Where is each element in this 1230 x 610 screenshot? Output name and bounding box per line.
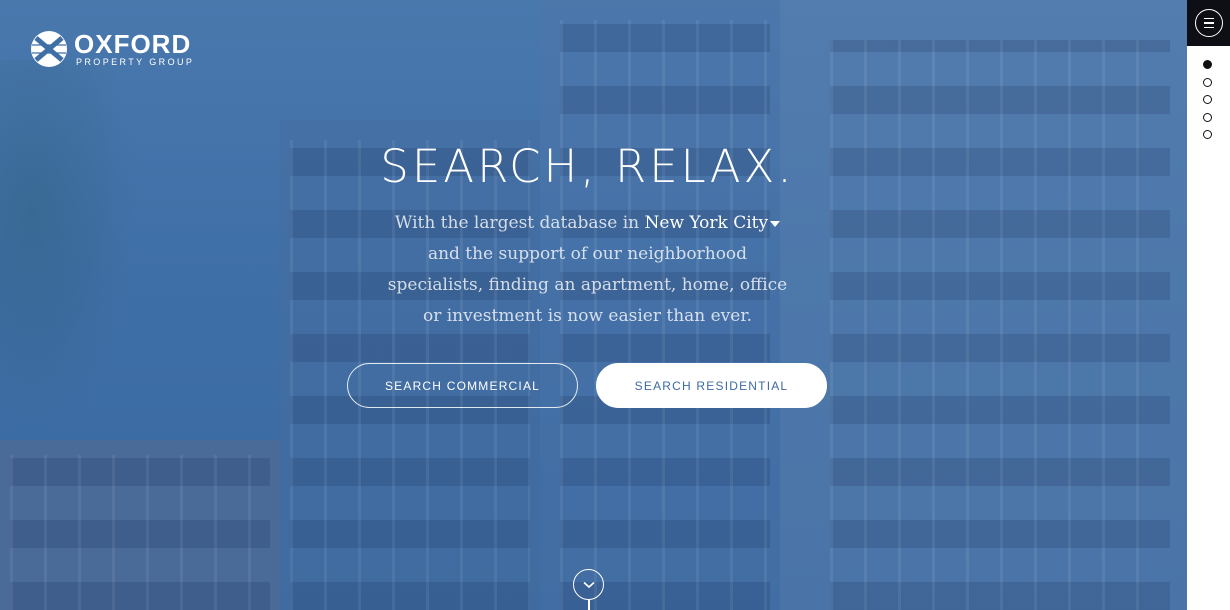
- brand-logo[interactable]: OXFORD PROPERTY GROUP: [30, 30, 194, 68]
- city-selector-label: New York City: [644, 213, 769, 233]
- menu-button[interactable]: [1187, 0, 1230, 46]
- caret-down-icon: [770, 220, 781, 227]
- chevron-down-icon: [582, 581, 595, 588]
- section-dot-1[interactable]: [1203, 60, 1212, 69]
- scroll-indicator-line: [588, 600, 590, 610]
- hero-tagline: With the largest database in New York Ci…: [380, 208, 795, 332]
- section-dot-3[interactable]: [1203, 95, 1212, 104]
- tree-foliage: [0, 60, 140, 440]
- building-right-windows: [830, 40, 1170, 610]
- side-rail: [1187, 0, 1230, 610]
- scroll-down-button[interactable]: [573, 569, 604, 600]
- building-left-windows: [10, 455, 270, 610]
- section-dot-5[interactable]: [1203, 130, 1212, 139]
- hero-section: OXFORD PROPERTY GROUP SEARCH, RELAX. Wit…: [0, 0, 1187, 610]
- search-commercial-button[interactable]: SEARCH COMMERCIAL: [347, 363, 578, 408]
- hamburger-menu-icon: [1194, 9, 1223, 37]
- section-dots: [1203, 60, 1212, 148]
- brand-subtitle: PROPERTY GROUP: [76, 57, 195, 67]
- oxford-x-logo-icon: [31, 31, 67, 67]
- tagline-before: With the largest database in: [394, 213, 645, 233]
- search-residential-button[interactable]: SEARCH RESIDENTIAL: [596, 363, 827, 408]
- city-selector[interactable]: New York City: [645, 213, 781, 233]
- section-dot-4[interactable]: [1203, 112, 1212, 122]
- page-title: SEARCH, RELAX.: [380, 140, 795, 193]
- brand-name: OXFORD: [74, 29, 192, 59]
- section-dot-2[interactable]: [1203, 77, 1212, 87]
- tagline-after: and the support of our neighborhood spec…: [387, 244, 788, 326]
